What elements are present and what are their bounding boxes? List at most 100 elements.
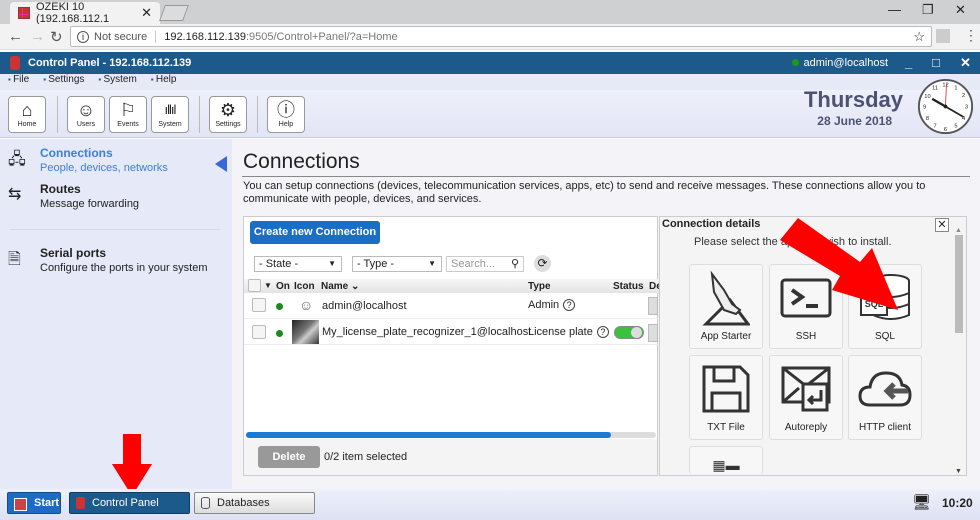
address-bar-row: ← → ↻ i Not secure 192.168.112.139 :9505… [0, 24, 980, 50]
forward-icon[interactable]: → [30, 28, 45, 45]
column-name[interactable]: Name ⌄ [321, 281, 359, 292]
toolbar-events-button[interactable]: ⚐ Events [109, 96, 147, 133]
app-minimize-icon[interactable]: _ [905, 55, 912, 70]
details-close-icon[interactable]: ✕ [935, 218, 949, 232]
menu-file[interactable]: File [8, 74, 29, 90]
app-maximize-icon[interactable]: □ [932, 55, 940, 70]
select-menu-caret-icon[interactable]: ▼ [264, 281, 272, 290]
state-filter-value: - State - [259, 258, 299, 270]
window-close-icon[interactable]: ✕ [955, 2, 966, 18]
column-type: Type [528, 281, 551, 292]
info-icon[interactable]: i [77, 30, 89, 43]
extension-icon[interactable] [936, 29, 950, 43]
search-icon[interactable]: ⚲ [511, 257, 519, 271]
browser-menu-icon[interactable]: ⋮ [964, 27, 978, 44]
toolbar-settings-button[interactable]: ⚙ Settings [209, 96, 247, 133]
envelope-reply-icon [770, 356, 842, 422]
app-tile-app-starter[interactable]: App Starter [689, 264, 763, 349]
sidebar-item-connections[interactable]: 🖧 Connections People, devices, networks [8, 146, 208, 176]
toolbar-events-label: Events [117, 121, 139, 128]
table-row[interactable]: My_license_plate_recognizer_1@localhost … [244, 319, 659, 345]
app-tile-label: Autoreply [784, 422, 828, 433]
table-row[interactable]: ☺ admin@localhost Admin? [244, 293, 659, 319]
connection-type: Admin? [528, 299, 576, 311]
row-action-button[interactable] [648, 297, 658, 315]
restore-icon[interactable]: ❐ [922, 2, 934, 18]
menu-settings[interactable]: Settings [43, 74, 84, 90]
menu-system[interactable]: System [98, 74, 136, 90]
sidebar-item-routes[interactable]: ⇆ Routes Message forwarding [8, 182, 208, 212]
app-tile-http-client[interactable]: HTTP client [848, 355, 922, 440]
user-name: admin@localhost [803, 57, 888, 69]
url-input[interactable]: i Not secure 192.168.112.139 :9505/Contr… [70, 26, 932, 47]
type-filter-select[interactable]: - Type - ▼ [352, 256, 442, 272]
monitor-icon[interactable]: 🖥 [912, 493, 931, 511]
menu-help[interactable]: Help [151, 74, 177, 90]
selection-status: 0/2 item selected [324, 451, 408, 463]
horizontal-scrollbar[interactable] [246, 432, 656, 438]
help-icon[interactable]: ? [596, 326, 609, 338]
url-host: 192.168.112.139 [164, 30, 246, 43]
date-label: 28 June 2018 [817, 114, 892, 128]
sidebar-item-serial-ports[interactable]: 🗎 Serial ports Configure the ports in yo… [8, 246, 218, 276]
scroll-up-icon[interactable]: ▲ [955, 227, 962, 234]
red-arrow-annotation-icon [780, 218, 898, 310]
svg-text:5: 5 [954, 123, 957, 129]
toolbar-users-button[interactable]: ☺ Users [67, 96, 105, 133]
page-description: You can setup connections (devices, tele… [243, 180, 926, 205]
sidebar-item-subtitle: People, devices, networks [40, 162, 168, 174]
refresh-icon[interactable]: ⟳ [534, 255, 551, 272]
connection-type-label: Admin [528, 299, 560, 311]
minimize-icon[interactable]: — [888, 2, 901, 17]
ozeki-favicon-icon [18, 7, 30, 19]
create-connection-button[interactable]: Create new Connection [250, 221, 380, 244]
scrollbar-thumb[interactable] [246, 432, 611, 438]
scroll-down-icon[interactable]: ▼ [955, 468, 962, 475]
tab-close-icon[interactable]: ✕ [141, 5, 152, 21]
toolbar-help-button[interactable]: ⓘ Help [267, 96, 305, 133]
svg-text:6: 6 [944, 127, 947, 133]
connection-name[interactable]: My_license_plate_recognizer_1@localhost [322, 326, 531, 338]
taskbar-control-panel[interactable]: Control Panel [69, 492, 190, 514]
start-button[interactable]: Start [7, 492, 61, 514]
toolbar-system-button[interactable]: ıllıl System [151, 96, 189, 133]
bookmark-star-icon[interactable]: ☆ [913, 29, 925, 45]
svg-text:2: 2 [962, 93, 965, 99]
day-label: Thursday [803, 87, 903, 112]
sidebar-item-subtitle: Message forwarding [40, 198, 140, 210]
status-toggle[interactable] [614, 326, 644, 339]
vertical-scrollbar[interactable]: ▲ ▼ [954, 227, 964, 475]
connection-name[interactable]: admin@localhost [322, 300, 407, 312]
row-checkbox[interactable] [252, 298, 266, 312]
info-icon: ⓘ [277, 100, 295, 120]
scrollbar-thumb[interactable] [955, 235, 963, 333]
app-tile-autoreply[interactable]: Autoreply [769, 355, 843, 440]
state-filter-select[interactable]: - State - ▼ [254, 256, 342, 272]
app-tile-table[interactable]: ▦▬ [689, 446, 763, 474]
search-input[interactable]: Search... ⚲ [446, 256, 524, 272]
row-action-button[interactable] [648, 324, 658, 342]
cloud-icon [849, 356, 921, 422]
new-tab-button[interactable] [159, 5, 189, 21]
taskbar-clock: 10:20 [942, 496, 973, 510]
row-checkbox[interactable] [252, 325, 266, 339]
taskbar-databases[interactable]: Databases [194, 492, 315, 514]
svg-text:9: 9 [923, 104, 926, 110]
online-status-icon [276, 330, 283, 337]
user-icon: ☺ [76, 100, 96, 120]
help-icon[interactable]: ? [563, 299, 576, 311]
database-icon [201, 497, 210, 509]
taskbar: Start Control Panel Databases 🖥 10:20 [0, 489, 980, 520]
delete-button[interactable]: Delete [258, 446, 320, 468]
app-close-icon[interactable]: ✕ [960, 55, 971, 71]
taskbar-item-label: Databases [217, 497, 270, 509]
app-tile-txt-file[interactable]: TXT File [689, 355, 763, 440]
reload-icon[interactable]: ↻ [50, 28, 63, 46]
column-status: Status [613, 281, 644, 292]
select-all-checkbox[interactable] [248, 279, 261, 292]
browser-tab[interactable]: OZEKI 10 (192.168.112.1 ✕ [10, 1, 160, 25]
app-tile-label: SSH [795, 331, 817, 342]
back-icon[interactable]: ← [8, 28, 23, 45]
toolbar-home-button[interactable]: ⌂ Home [8, 96, 46, 133]
app-title-bar: Control Panel - 192.168.112.139 admin@lo… [0, 52, 980, 74]
